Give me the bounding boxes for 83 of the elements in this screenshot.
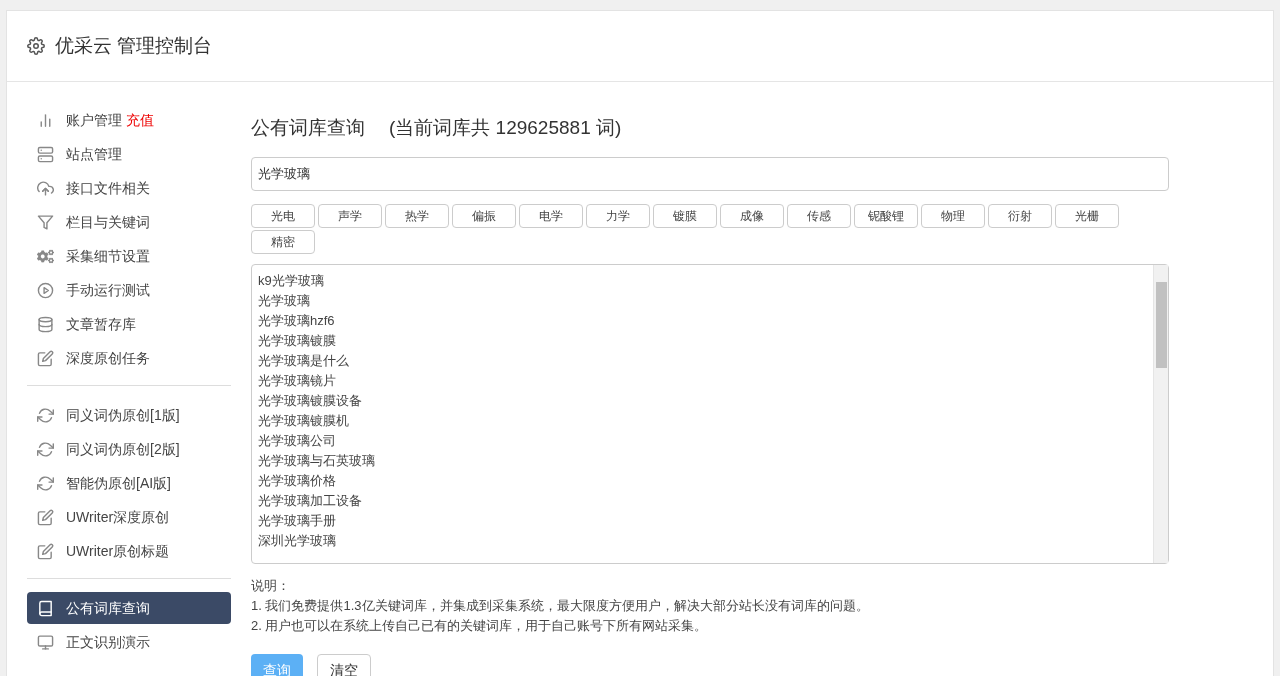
sidebar-label: 智能伪原创[AI版] (66, 473, 171, 493)
console-title: 优采云 管理控制台 (55, 33, 213, 58)
search-field[interactable]: 光学玻璃 (251, 156, 1169, 191)
result-item[interactable]: 光学玻璃 (258, 290, 1147, 311)
sidebar-item[interactable]: 公有词库查询 (27, 592, 231, 624)
gears-icon (37, 247, 54, 265)
sidebar-item[interactable]: 深度原创任务 (27, 342, 231, 374)
sidebar-item[interactable]: 同义词伪原创[2版] (27, 433, 231, 465)
result-item[interactable]: 光学玻璃价格 (258, 470, 1147, 491)
edit-icon (37, 542, 54, 560)
result-item[interactable]: 光学玻璃hzf6 (258, 310, 1147, 331)
tag-button[interactable]: 力学 (586, 203, 650, 228)
sidebar-item[interactable]: 账户管理 充值 (27, 104, 231, 136)
sidebar-label: 深度原创任务 (66, 348, 150, 368)
result-item[interactable]: 光学玻璃手册 (258, 510, 1147, 531)
sidebar-item[interactable]: 手动运行测试 (27, 274, 231, 306)
sidebar-item[interactable]: 采集细节设置 (27, 240, 231, 272)
edit-icon (37, 349, 54, 367)
monitor-icon (37, 633, 54, 651)
tag-button[interactable]: 偏振 (452, 203, 516, 228)
sidebar-item[interactable]: 栏目与关键词 (27, 206, 231, 238)
scrollbar[interactable] (1153, 264, 1168, 563)
sidebar-item[interactable]: 接口文件相关 (27, 172, 231, 204)
result-item[interactable]: 光学玻璃是什么 (258, 350, 1147, 371)
result-item[interactable]: 光学玻璃加工设备 (258, 490, 1147, 511)
result-item[interactable]: 光学玻璃镜片 (258, 370, 1147, 391)
settings-icon (27, 37, 45, 55)
result-item[interactable]: 光学玻璃公司 (258, 430, 1147, 451)
book-icon (37, 599, 54, 617)
sidebar-label: UWriter深度原创 (66, 507, 170, 527)
sidebar-label: 文章暂存库 (66, 314, 136, 334)
result-item[interactable]: 光学玻璃镀膜机 (258, 410, 1147, 431)
tag-button[interactable]: 衍射 (988, 203, 1052, 228)
filter-icon (37, 213, 54, 231)
sidebar-label: 采集细节设置 (66, 246, 150, 266)
notes-title: 说明： (251, 576, 291, 595)
sidebar-label: 正文识别演示 (66, 632, 150, 652)
tag-button[interactable]: 声学 (318, 203, 382, 228)
note-text: 2. 用户也可以在系统上传自己已有的关键词库，用于自己账号下所有网站采集。 (251, 616, 709, 635)
sidebar-label: 栏目与关键词 (66, 212, 150, 232)
sidebar-label: 手动运行测试 (66, 280, 150, 300)
sidebar-item[interactable]: UWriter深度原创 (27, 501, 231, 533)
database-icon (37, 315, 54, 333)
server-icon (37, 145, 54, 163)
refresh-icon (37, 440, 54, 458)
tag-button[interactable]: 电学 (519, 203, 583, 228)
tag-button[interactable]: 铌酸锂 (854, 203, 918, 228)
sidebar-label: 账户管理 (66, 110, 122, 130)
note-text: 1. 我们免费提供1.3亿关键词库，并集成到采集系统，最大限度方便用户，解决大部分站长没有词库的问题。 (251, 596, 870, 615)
refresh-icon (37, 406, 54, 424)
tag-button[interactable]: 传感 (787, 203, 851, 228)
refresh-icon (37, 474, 54, 492)
result-item[interactable]: k9光学玻璃 (258, 270, 1147, 291)
word-count: (当前词库共 129625881 词) (389, 116, 622, 140)
sidebar-label: UWriter原创标题 (66, 541, 170, 561)
sidebar-item[interactable]: 同义词伪原创[1版] (27, 399, 231, 431)
tag-button[interactable]: 精密 (251, 229, 315, 254)
tag-button[interactable]: 光电 (251, 203, 315, 228)
cloud-upload-icon (37, 179, 54, 197)
result-item[interactable]: 光学玻璃镀膜设备 (258, 390, 1147, 411)
tag-button[interactable]: 热学 (385, 203, 449, 228)
sidebar-label: 公有词库查询 (66, 598, 150, 618)
result-item[interactable]: 光学玻璃与石英玻璃 (258, 450, 1147, 471)
result-item[interactable]: 深圳光学玻璃 (258, 530, 1147, 551)
edit-icon (37, 508, 54, 526)
sidebar-label: 接口文件相关 (66, 178, 150, 198)
sidebar-label: 同义词伪原创[2版] (66, 439, 180, 459)
tag-button[interactable]: 光栅 (1055, 203, 1119, 228)
tag-button[interactable]: 镀膜 (653, 203, 717, 228)
sidebar-item[interactable]: 正文识别演示 (27, 626, 231, 658)
play-icon (37, 281, 54, 299)
clear-button[interactable]: 清空 (317, 653, 371, 676)
sidebar-item[interactable]: 站点管理 (27, 138, 231, 170)
tag-button[interactable]: 成像 (720, 203, 784, 228)
recharge-link[interactable]: 充值 (126, 109, 154, 131)
sidebar-item[interactable]: 文章暂存库 (27, 308, 231, 340)
tag-button[interactable]: 物理 (921, 203, 985, 228)
result-item[interactable]: 光学玻璃镀膜 (258, 330, 1147, 351)
page-title: 公有词库查询 (251, 116, 365, 140)
sidebar-item[interactable]: 智能伪原创[AI版] (27, 467, 231, 499)
sidebar-item[interactable]: UWriter原创标题 (27, 535, 231, 567)
sidebar-label: 同义词伪原创[1版] (66, 405, 180, 425)
sidebar-label: 站点管理 (66, 144, 122, 164)
